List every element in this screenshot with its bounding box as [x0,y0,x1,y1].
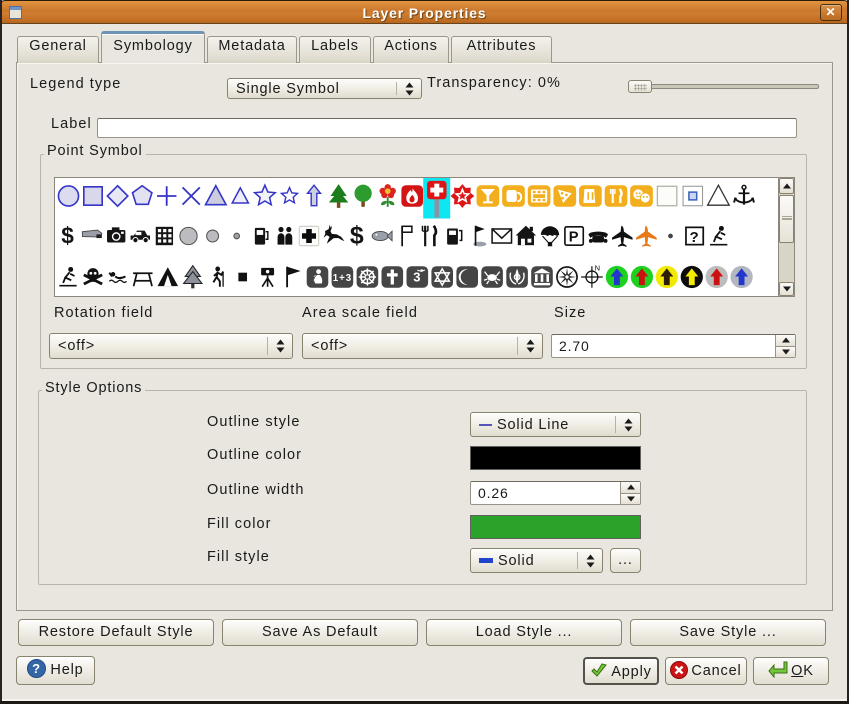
svg-text:P: P [569,230,580,246]
svg-text:?: ? [690,229,700,246]
svg-text:1+3: 1+3 [333,273,352,284]
svg-text:2: 2 [313,273,318,282]
svg-text:N: N [595,264,601,273]
svg-text:?: ? [32,661,41,676]
svg-text:$: $ [350,223,365,250]
svg-text:$: $ [61,223,75,249]
